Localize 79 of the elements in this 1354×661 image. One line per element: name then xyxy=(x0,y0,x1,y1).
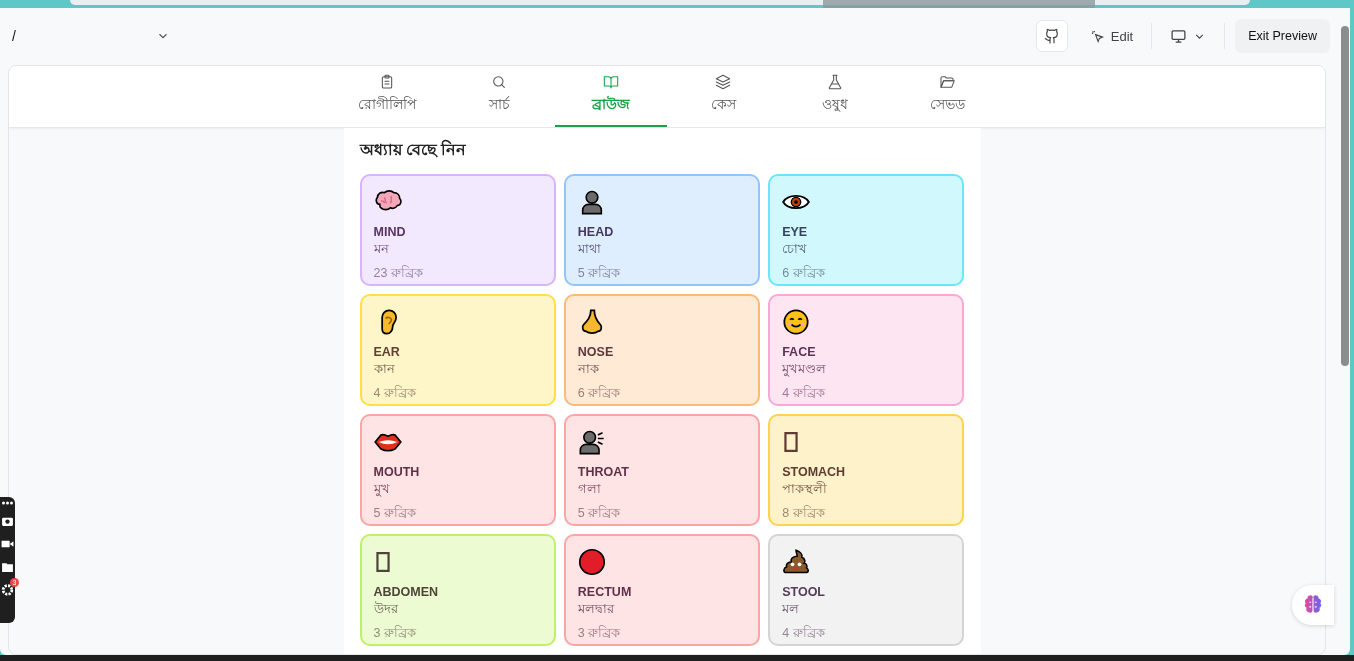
rubric-count: 5 রুব্রিক xyxy=(577,264,621,282)
chapter-name: ABDOMEN xyxy=(373,585,439,599)
more-icon[interactable] xyxy=(1,501,14,505)
rubric-count: 8 রুব্রিক xyxy=(782,504,825,522)
nav-tab[interactable]: ওষুধ xyxy=(779,66,891,127)
rubric-count: 4 রুব্রিক xyxy=(782,624,825,642)
edit-button[interactable]: Edit xyxy=(1081,22,1142,50)
chapter-card[interactable]: EYE চোখ 6 রুব্রিক xyxy=(768,174,965,286)
smiley-icon xyxy=(782,308,811,336)
folder-icon[interactable] xyxy=(1,560,14,574)
chapter-name: STOOL xyxy=(782,585,825,599)
github-icon xyxy=(1043,28,1060,44)
chapter-name: RECTUM xyxy=(577,585,632,599)
chapter-name: MIND xyxy=(373,225,406,239)
nav-tab[interactable]: সার্চ xyxy=(443,66,555,127)
github-button[interactable] xyxy=(1035,20,1068,52)
exit-preview-button[interactable]: Exit Preview xyxy=(1235,19,1330,53)
chapter-name-bengali: গলা xyxy=(577,480,601,498)
rubric-count: 3 রুব্রিক xyxy=(373,624,416,642)
chapter-card[interactable]: HEAD মাথা 5 রুব্রিক xyxy=(563,174,761,286)
chapter-name-bengali: মাথা xyxy=(577,240,601,258)
poop-icon xyxy=(782,548,811,576)
chapter-card[interactable]: THROAT গলা 5 রুব্রিক xyxy=(563,414,761,526)
chapter-card[interactable]: MIND মন 23 রুব্রিক xyxy=(359,174,556,286)
chapter-name: EYE xyxy=(782,225,808,239)
gear-icon[interactable] xyxy=(1,583,14,597)
chapter-card[interactable]: MOUTH মুখ 5 রুব্রিক xyxy=(359,414,556,526)
book-icon xyxy=(603,74,619,90)
rubric-count: 4 রুব্রিক xyxy=(782,384,825,402)
cursor-click-icon xyxy=(1089,28,1105,44)
folder-icon xyxy=(939,74,955,90)
chapter-name-bengali: মল xyxy=(782,600,800,618)
missing-glyph-icon xyxy=(784,432,799,452)
flask-icon xyxy=(827,74,843,90)
chapter-name: STOMACH xyxy=(782,465,846,479)
chapter-name: NOSE xyxy=(577,345,614,359)
rubric-count: 6 রুব্রিক xyxy=(782,264,825,282)
panel-title: অধ্যায় বেছে নিন xyxy=(359,138,468,160)
nav-tab[interactable]: সেভড xyxy=(891,66,1003,127)
chapter-name: MOUTH xyxy=(373,465,420,479)
rubric-count: 5 রুব্রিক xyxy=(373,504,416,522)
chapter-card[interactable]: FACE মুখমণ্ডল 4 রুব্রিক xyxy=(768,294,965,406)
chapter-name-bengali: চোখ xyxy=(782,240,808,258)
chapter-name-bengali: কান xyxy=(373,360,395,378)
chapter-name-bengali: মন xyxy=(373,240,389,258)
chapter-card[interactable]: EAR কান 4 রুব্রিক xyxy=(359,294,556,406)
rubric-count: 5 রুব্রিক xyxy=(577,504,621,522)
chapter-name: HEAD xyxy=(577,225,614,239)
chapter-name-bengali: মুখমণ্ডল xyxy=(782,360,827,379)
chapter-name-bengali: উদর xyxy=(373,600,398,618)
breadcrumb: / xyxy=(12,28,16,44)
rubric-count: 23 রুব্রিক xyxy=(373,264,423,282)
brain-icon xyxy=(1302,594,1324,616)
chapter-card[interactable]: STOMACH পাকস্থলী 8 রুব্রিক xyxy=(768,414,965,526)
search-icon xyxy=(491,74,507,90)
missing-glyph-icon xyxy=(375,552,390,572)
clipboard-icon xyxy=(379,74,395,90)
nav-tab[interactable]: রোগীলিপি xyxy=(331,66,443,127)
chapter-name-bengali: মলদ্বার xyxy=(577,600,614,618)
layers-icon xyxy=(715,74,731,90)
monitor-icon xyxy=(1170,27,1188,45)
chapter-name-bengali: পাকস্থলী xyxy=(782,480,828,498)
chapter-name-bengali: মুখ xyxy=(373,480,390,499)
scrollbar-thumb[interactable] xyxy=(1341,26,1349,366)
rubric-count: 6 রুব্রিক xyxy=(577,384,621,402)
chapter-card[interactable]: NOSE নাক 6 রুব্রিক xyxy=(563,294,761,406)
nav-tab[interactable]: কেস xyxy=(667,66,779,127)
circle-icon xyxy=(577,548,606,576)
chapter-name: THROAT xyxy=(577,465,629,479)
chapter-name: EAR xyxy=(373,345,400,359)
chapter-name: FACE xyxy=(782,345,816,359)
speaking-person-icon xyxy=(577,428,606,456)
rubric-count: 3 রুব্রিক xyxy=(577,624,621,642)
rubric-count: 4 রুব্রিক xyxy=(373,384,416,402)
assistant-button[interactable] xyxy=(1292,585,1334,625)
chapter-card[interactable]: ABDOMEN উদর 3 রুব্রিক xyxy=(359,534,556,646)
chapter-name-bengali: নাক xyxy=(577,360,599,378)
chapter-card[interactable]: RECTUM মলদ্বার 3 রুব্রিক xyxy=(563,534,761,646)
chapter-card[interactable]: STOOL মল 4 রুব্রিক xyxy=(768,534,965,646)
